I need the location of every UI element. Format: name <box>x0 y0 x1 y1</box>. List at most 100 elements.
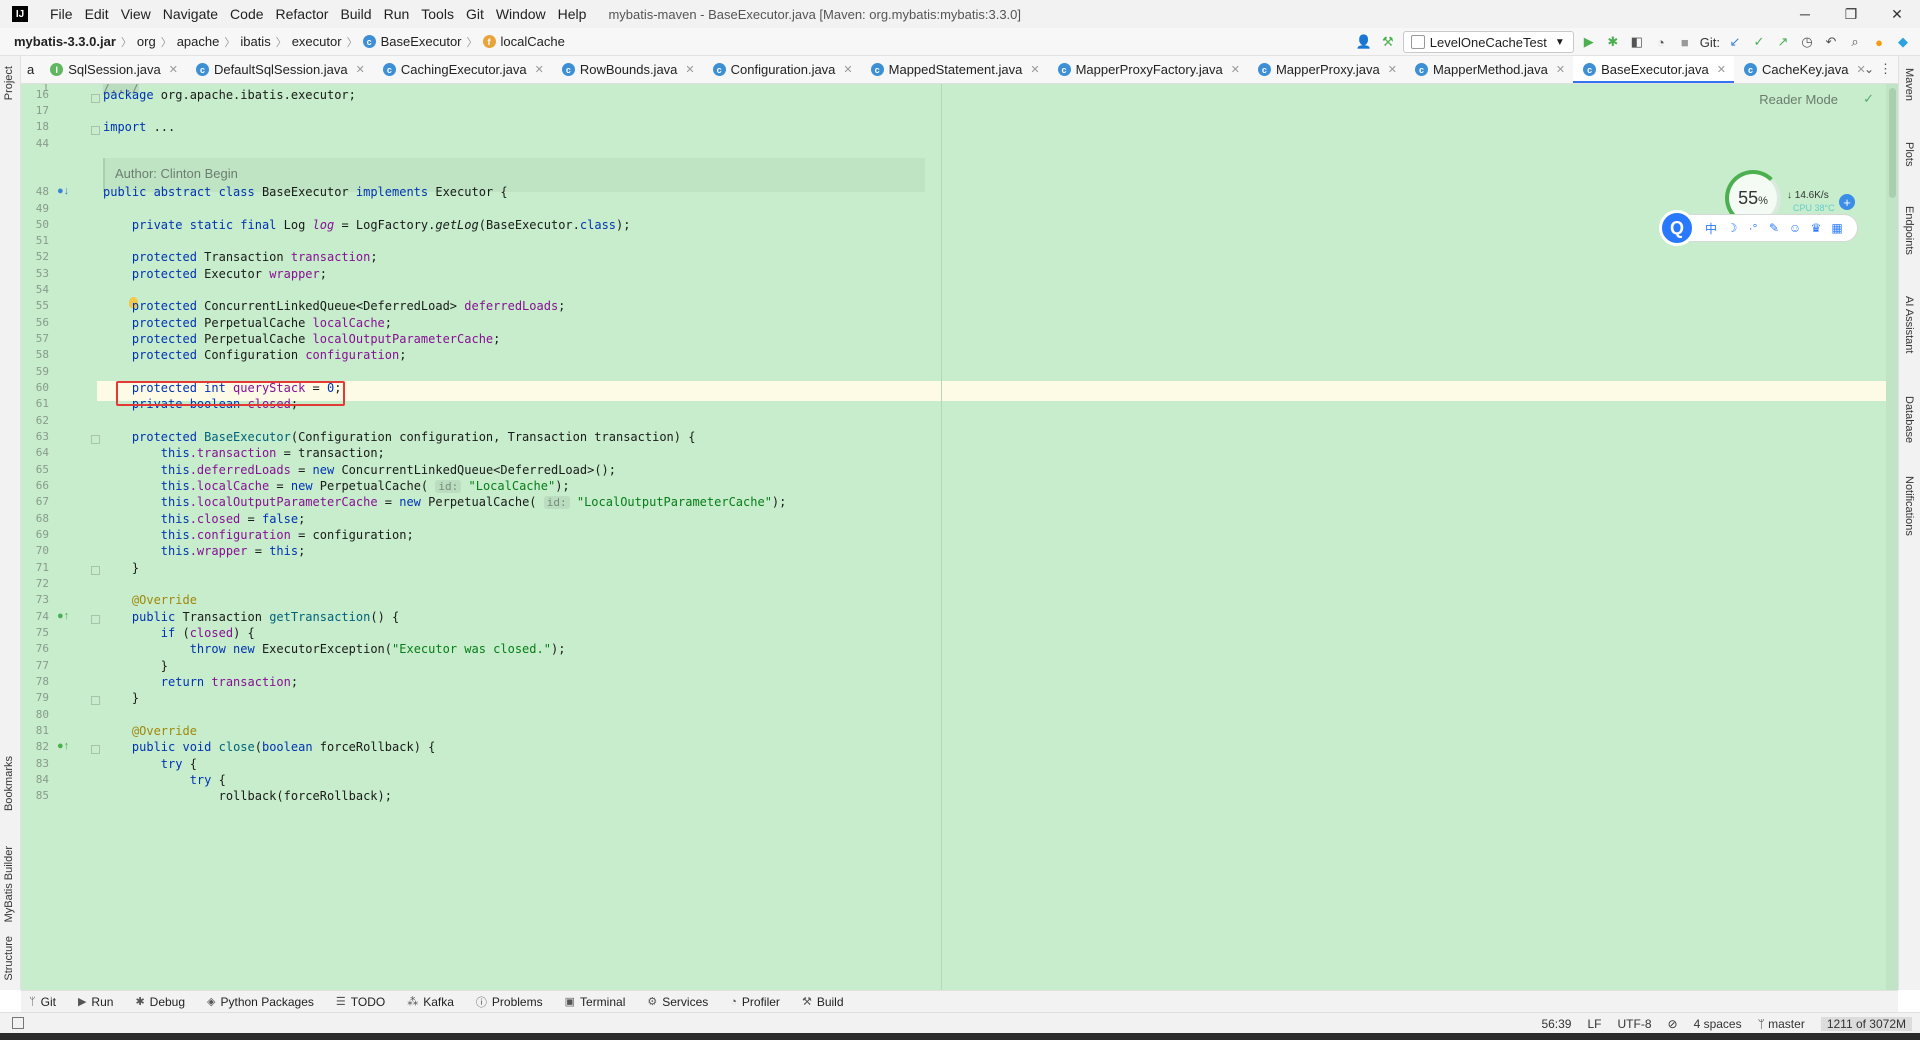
stop-icon[interactable]: ■ <box>1676 33 1694 51</box>
fold-marker-icon[interactable] <box>91 615 100 624</box>
search-icon[interactable]: ⌕ <box>1846 33 1864 51</box>
tab-cachingexecutor[interactable]: c CachingExecutor.java ✕ <box>373 56 552 83</box>
minimize-button[interactable]: ─ <box>1782 0 1828 28</box>
close-icon[interactable]: ✕ <box>1030 63 1039 76</box>
folded-imports[interactable]: ... <box>146 120 176 134</box>
code-line-76[interactable]: throw new ExecutorException("Executor wa… <box>103 639 566 659</box>
profile-icon[interactable]: ◔ <box>1652 33 1670 51</box>
run-icon[interactable]: ▶ <box>1580 33 1598 51</box>
breadcrumb-ibatis[interactable]: ibatis <box>238 34 272 49</box>
memory-indicator[interactable]: 1211 of 3072M <box>1820 1016 1912 1031</box>
close-icon[interactable]: ✕ <box>356 63 365 76</box>
tab-mappedstatement[interactable]: c MappedStatement.java ✕ <box>861 56 1048 83</box>
fold-marker-icon[interactable] <box>91 435 100 444</box>
update-icon[interactable]: ● <box>1870 33 1888 51</box>
restore-button[interactable]: ❐ <box>1828 0 1874 28</box>
fold-marker-icon[interactable] <box>91 566 100 575</box>
code-line-85[interactable]: rollback(forceRollback); <box>103 786 392 806</box>
breadcrumb-class[interactable]: c BaseExecutor <box>361 34 464 49</box>
kafka-tool-button[interactable]: ⁂ Kafka <box>407 995 454 1009</box>
close-window-button[interactable]: ✕ <box>1874 0 1920 28</box>
emoji-icon[interactable]: ☺ <box>1788 221 1802 235</box>
git-commit-icon[interactable]: ✓ <box>1750 33 1768 51</box>
bookmarks-tool-button[interactable]: Bookmarks <box>3 756 15 811</box>
implemented-by-icon[interactable]: ●↓ <box>57 185 69 197</box>
close-icon[interactable]: ✕ <box>1556 63 1565 76</box>
system-monitor-widget[interactable]: 55% ↓ 14.6K/s CPU 38°C + 中 ☽ ·° ✎ ☺ ♛ ▦ … <box>1659 170 1858 250</box>
problems-tool-button[interactable]: ⓘ Problems <box>476 994 543 1010</box>
tab-sqlsession[interactable]: I SqlSession.java ✕ <box>40 56 186 83</box>
menu-run[interactable]: Run <box>378 6 416 22</box>
fold-marker-icon[interactable] <box>91 696 100 705</box>
menu-help[interactable]: Help <box>552 6 593 22</box>
ai-assistant-tool-button[interactable]: AI Assistant <box>1903 296 1915 353</box>
more-vertical-icon[interactable]: ⋮ <box>1879 61 1892 77</box>
close-icon[interactable]: ✕ <box>843 63 852 76</box>
tab-rowbounds[interactable]: c RowBounds.java ✕ <box>552 56 703 83</box>
git-push-icon[interactable]: ↗ <box>1774 33 1792 51</box>
menu-view[interactable]: View <box>115 6 157 22</box>
git-update-icon[interactable]: ↙ <box>1726 33 1744 51</box>
menu-navigate[interactable]: Navigate <box>157 6 224 22</box>
no-problems-check-icon[interactable]: ✓ <box>1863 91 1874 107</box>
build-tool-button[interactable]: ⚒ Build <box>802 995 844 1009</box>
tab-mapperproxy[interactable]: c MapperProxy.java ✕ <box>1248 56 1405 83</box>
tab-defaultsqlsession[interactable]: c DefaultSqlSession.java ✕ <box>186 56 373 83</box>
line-separator[interactable]: LF <box>1587 1017 1601 1031</box>
menu-edit[interactable]: Edit <box>79 6 115 22</box>
scroll-thumb[interactable] <box>1889 88 1896 198</box>
implements-method-icon[interactable]: ●↑ <box>57 610 69 622</box>
todo-tool-button[interactable]: ☰ TODO <box>336 995 385 1009</box>
intellij-logo-icon[interactable]: IJ <box>12 6 28 22</box>
file-encoding[interactable]: UTF-8 <box>1618 1017 1652 1031</box>
reader-mode-toggle[interactable]: Reader Mode <box>1759 92 1838 107</box>
plugin-icon[interactable]: ◆ <box>1894 33 1912 51</box>
profiler-tool-button[interactable]: ◔ Profiler <box>730 995 780 1009</box>
menu-refactor[interactable]: Refactor <box>270 6 335 22</box>
breadcrumb-apache[interactable]: apache <box>175 34 222 49</box>
close-icon[interactable]: ✕ <box>1388 63 1397 76</box>
tab-list-chevron-icon[interactable]: ⌄ <box>1864 62 1874 76</box>
code-line-16[interactable]: package org.apache.ibatis.executor; <box>103 85 356 105</box>
toggle-tool-windows-icon[interactable] <box>12 1017 24 1029</box>
wrench-icon[interactable]: ✎ <box>1767 221 1781 235</box>
tab-fragment[interactable]: a <box>21 62 40 77</box>
grid-icon[interactable]: ▦ <box>1830 221 1844 235</box>
fold-marker-icon[interactable] <box>91 94 100 103</box>
database-tool-button[interactable]: Database <box>1903 396 1915 443</box>
code-line-18[interactable]: import ... <box>103 117 175 137</box>
breadcrumb-field[interactable]: f localCache <box>481 34 567 49</box>
chinese-input-icon[interactable]: 中 <box>1704 220 1718 237</box>
plots-tool-button[interactable]: Plots <box>1903 142 1915 166</box>
maven-tool-button[interactable]: Maven <box>1903 68 1915 101</box>
tab-mapperproxyfactory[interactable]: c MapperProxyFactory.java ✕ <box>1048 56 1248 83</box>
implements-method-icon[interactable]: ●↑ <box>57 740 69 752</box>
menu-file[interactable]: File <box>44 6 79 22</box>
debug-icon[interactable]: ✱ <box>1604 33 1622 51</box>
input-method-logo-icon[interactable]: Q <box>1659 210 1695 246</box>
history-icon[interactable]: ◷ <box>1798 33 1816 51</box>
code-line-48[interactable]: public abstract class BaseExecutor imple… <box>103 182 508 202</box>
menu-git[interactable]: Git <box>460 6 490 22</box>
mybatis-builder-tool-button[interactable]: MyBatis Builder <box>3 846 15 922</box>
menu-window[interactable]: Window <box>490 6 552 22</box>
build-hammer-icon[interactable]: ⚒ <box>1379 33 1397 51</box>
python-packages-tool-button[interactable]: ◈ Python Packages <box>207 995 314 1009</box>
code-editor[interactable]: Author: Clinton Begin Reader Mode ✓ 1 16… <box>21 84 1898 990</box>
close-icon[interactable]: ✕ <box>169 63 178 76</box>
vertical-scrollbar[interactable] <box>1886 84 1898 990</box>
code-line-71[interactable]: } <box>103 558 139 578</box>
breadcrumb-jar[interactable]: mybatis-3.3.0.jar <box>12 34 118 49</box>
skin-icon[interactable]: ♛ <box>1809 221 1823 235</box>
run-configuration-select[interactable]: LevelOneCacheTest ▼ <box>1402 31 1574 53</box>
endpoints-tool-button[interactable]: Endpoints <box>1903 206 1915 255</box>
close-icon[interactable]: ✕ <box>535 63 544 76</box>
project-tool-button[interactable]: Project <box>3 66 15 100</box>
user-icon[interactable]: 👤 <box>1355 33 1373 51</box>
menu-code[interactable]: Code <box>224 6 269 22</box>
read-only-lock-icon[interactable]: ⊘ <box>1668 1017 1678 1031</box>
code-line-79[interactable]: } <box>103 688 139 708</box>
code-line-50[interactable]: private static final Log log = LogFactor… <box>103 215 631 235</box>
caret-position[interactable]: 56:39 <box>1541 1017 1571 1031</box>
code-line-58[interactable]: protected Configuration configuration; <box>103 345 407 365</box>
